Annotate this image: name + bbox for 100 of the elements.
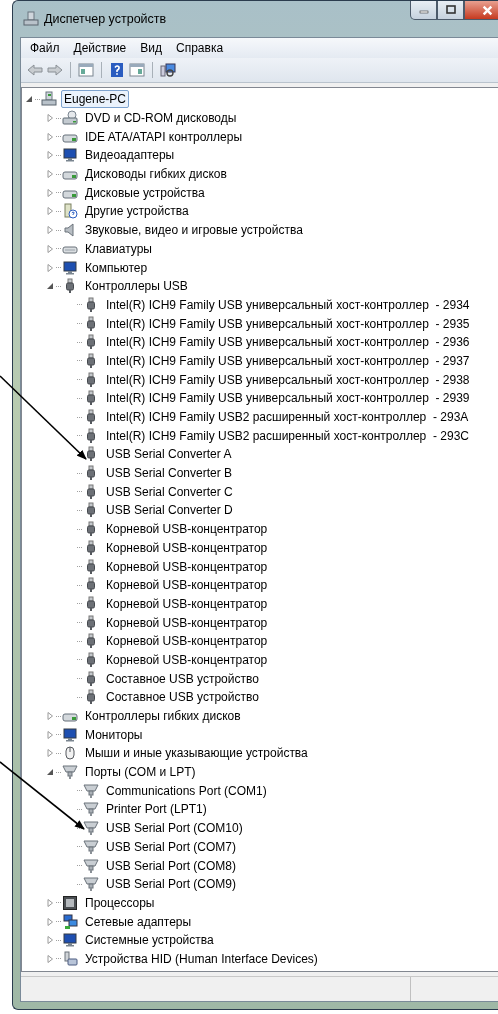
- tree-item[interactable]: Intel(R) ICH9 Family USB универсальный хост-контроллер - 2937: [103, 351, 473, 370]
- tree-item[interactable]: Контроллеры USB: [82, 277, 191, 296]
- monitor-icon: [62, 147, 78, 164]
- maximize-button[interactable]: [437, 1, 464, 20]
- tree-item[interactable]: Мыши и иные указывающие устройства: [82, 744, 311, 763]
- tree-item[interactable]: Корневой USB-концентратор: [103, 538, 271, 557]
- collapsed-arrow-icon[interactable]: [46, 898, 54, 907]
- expanded-arrow-icon[interactable]: [46, 768, 54, 777]
- menu-item[interactable]: Действие: [66, 39, 134, 57]
- expanded-arrow-icon[interactable]: [25, 95, 33, 104]
- tree-item[interactable]: Intel(R) ICH9 Family USB универсальный хост-контроллер - 2939: [103, 389, 473, 408]
- tree-item[interactable]: USB Serial Converter D: [103, 501, 236, 520]
- computer-icon: [41, 91, 57, 108]
- tree-item[interactable]: Звуковые, видео и игровые устройства: [82, 221, 306, 240]
- tree-item[interactable]: Intel(R) ICH9 Family USB2 расширенный хост-контроллер - 293C: [103, 426, 472, 445]
- tree-item[interactable]: Другие устройства: [82, 202, 192, 221]
- help-icon[interactable]: [109, 62, 125, 78]
- tree-item[interactable]: Дисковые устройства: [82, 183, 208, 202]
- collapsed-arrow-icon[interactable]: [46, 207, 54, 216]
- tree-item[interactable]: USB Serial Converter A: [103, 445, 235, 464]
- close-icon: [481, 4, 493, 16]
- collapsed-arrow-icon[interactable]: [46, 749, 54, 758]
- collapsed-arrow-icon[interactable]: [46, 917, 54, 926]
- tree-item[interactable]: Intel(R) ICH9 Family USB2 расширенный хост-контроллер - 293A: [103, 408, 472, 427]
- tree-item[interactable]: USB Serial Port (COM8): [103, 856, 240, 875]
- port-connector-icon: [83, 838, 99, 855]
- port-connector-icon: [83, 801, 99, 818]
- close-button[interactable]: [464, 1, 498, 20]
- port-connector-icon: [83, 782, 99, 799]
- tree-item[interactable]: Клавиатуры: [82, 239, 155, 258]
- expanded-arrow-icon[interactable]: [46, 282, 54, 291]
- console-tree-icon[interactable]: [78, 62, 94, 78]
- network-icon: [62, 913, 78, 930]
- tree-item[interactable]: Компьютер: [82, 258, 151, 277]
- collapsed-arrow-icon[interactable]: [46, 244, 54, 253]
- forward-arrow-icon[interactable]: [47, 62, 63, 78]
- tree-item[interactable]: Корневой USB-концентратор: [103, 557, 271, 576]
- unknown-device-icon: [62, 203, 78, 220]
- collapsed-arrow-icon[interactable]: [46, 954, 54, 963]
- collapsed-arrow-icon[interactable]: [46, 730, 54, 739]
- menu-item[interactable]: Вид: [133, 39, 169, 57]
- tree-item[interactable]: USB Serial Converter B: [103, 464, 236, 483]
- monitor-icon: [62, 726, 78, 743]
- tree-item[interactable]: Корневой USB-концентратор: [103, 594, 271, 613]
- tree-item[interactable]: Порты (COM и LPT): [82, 763, 199, 782]
- disc-drive-icon: [62, 110, 78, 127]
- monitor-icon: [62, 259, 78, 276]
- tree-item[interactable]: Устройства HID (Human Interface Devices): [82, 949, 321, 968]
- tree-item[interactable]: Intel(R) ICH9 Family USB универсальный хост-контроллер - 2934: [103, 295, 473, 314]
- tree-item[interactable]: Сетевые адаптеры: [82, 912, 195, 931]
- port-connector-icon: [62, 764, 78, 781]
- tree-item[interactable]: DVD и CD-ROM дисководы: [82, 109, 240, 128]
- tree-item[interactable]: Printer Port (LPT1): [103, 800, 210, 819]
- tree-item[interactable]: Communications Port (COM1): [103, 781, 270, 800]
- tree-item[interactable]: Контроллеры гибких дисков: [82, 707, 244, 726]
- tree-item[interactable]: Корневой USB-концентратор: [103, 650, 271, 669]
- collapsed-arrow-icon[interactable]: [46, 188, 54, 197]
- minimize-button[interactable]: [410, 1, 437, 20]
- collapsed-arrow-icon[interactable]: [46, 151, 54, 160]
- port-connector-icon: [83, 876, 99, 893]
- tree-item[interactable]: Корневой USB-концентратор: [103, 576, 271, 595]
- collapsed-arrow-icon[interactable]: [46, 712, 54, 721]
- port-connector-icon: [83, 820, 99, 837]
- tree-item[interactable]: USB Serial Port (COM9): [103, 875, 240, 894]
- window-title: Диспетчер устройств: [44, 12, 167, 26]
- tree-item[interactable]: Intel(R) ICH9 Family USB универсальный хост-контроллер - 2938: [103, 370, 473, 389]
- collapsed-arrow-icon[interactable]: [46, 263, 54, 272]
- collapsed-arrow-icon[interactable]: [46, 226, 54, 235]
- tree-item[interactable]: Дисководы гибких дисков: [82, 165, 230, 184]
- monitor-icon: [62, 932, 78, 949]
- tree-item[interactable]: Intel(R) ICH9 Family USB универсальный хост-контроллер - 2935: [103, 314, 473, 333]
- menu-item[interactable]: Справка: [169, 39, 231, 57]
- action-pane-icon[interactable]: [129, 62, 145, 78]
- tree-item[interactable]: Мониторы: [82, 725, 146, 744]
- tree-item[interactable]: Корневой USB-концентратор: [103, 520, 271, 539]
- back-arrow-icon[interactable]: [27, 62, 43, 78]
- tree-item[interactable]: Корневой USB-концентратор: [103, 632, 271, 651]
- tree-item[interactable]: USB Serial Port (COM10): [103, 819, 246, 838]
- collapsed-arrow-icon[interactable]: [46, 936, 54, 945]
- collapsed-arrow-icon[interactable]: [46, 132, 54, 141]
- tree-item[interactable]: Intel(R) ICH9 Family USB универсальный хост-контроллер - 2936: [103, 333, 473, 352]
- app-icon: [23, 11, 39, 27]
- chip-icon: [62, 894, 78, 911]
- maximize-icon: [445, 5, 456, 15]
- menu-item[interactable]: Файл: [23, 39, 67, 57]
- joystick-icon: [62, 950, 78, 967]
- collapsed-arrow-icon[interactable]: [46, 114, 54, 123]
- tree-item[interactable]: IDE ATA/ATAPI контроллеры: [82, 127, 246, 146]
- tree-item[interactable]: Составное USB устройство: [103, 688, 262, 707]
- tree-item[interactable]: Составное USB устройство: [103, 669, 262, 688]
- tree-item[interactable]: Системные устройства: [82, 931, 217, 950]
- port-connector-icon: [83, 857, 99, 874]
- tree-item[interactable]: Корневой USB-концентратор: [103, 613, 271, 632]
- tree-item[interactable]: Процессоры: [82, 893, 158, 912]
- tree-item[interactable]: Видеоадаптеры: [82, 146, 178, 165]
- tree-item[interactable]: USB Serial Port (COM7): [103, 837, 240, 856]
- tree-item[interactable]: Eugene-PC: [61, 90, 130, 109]
- scan-hardware-icon[interactable]: [160, 62, 176, 78]
- collapsed-arrow-icon[interactable]: [46, 170, 54, 179]
- tree-item[interactable]: USB Serial Converter C: [103, 482, 236, 501]
